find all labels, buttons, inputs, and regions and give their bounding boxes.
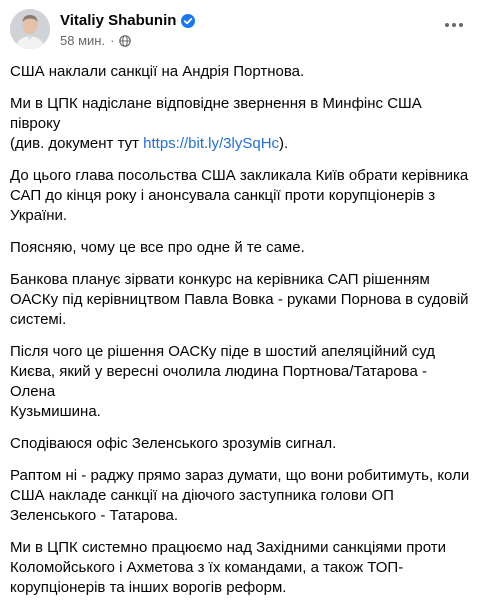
- post-time[interactable]: 58 мин.: [60, 33, 105, 49]
- author-name[interactable]: Vitaliy Shabunin: [60, 12, 176, 30]
- avatar-photo: [10, 9, 50, 49]
- paragraph-7: Сподіваюся офіс Зеленського зрозумів сиг…: [10, 435, 337, 452]
- globe-icon[interactable]: [119, 35, 132, 47]
- post-header: Vitaliy Shabunin 58 мин. ·: [10, 6, 471, 50]
- post-body: США наклали санкції на Андрія Портнова. …: [10, 62, 475, 610]
- more-options-icon[interactable]: [439, 14, 469, 36]
- author-line: Vitaliy Shabunin: [60, 12, 196, 30]
- paragraph-8: Раптом ні - раджу прямо зараз думати, що…: [10, 467, 470, 524]
- post-meta: 58 мин. ·: [60, 33, 132, 49]
- paragraph-1: США наклали санкції на Андрія Портнова.: [10, 63, 305, 80]
- paragraph-5: Банкова планує зірвати конкурс на керівн…: [10, 271, 469, 328]
- paragraph-3: До цього глава посольства США закликала …: [10, 167, 469, 224]
- paragraph-4: Поясняю, чому це все про одне й те саме.: [10, 239, 305, 256]
- document-link[interactable]: https://bit.ly/3lySqHc: [143, 135, 279, 152]
- verified-badge-icon: [181, 14, 196, 28]
- paragraph-9: Ми в ЦПК системно працюємо над Західними…: [10, 539, 446, 596]
- paragraph-2-tail: ).: [279, 135, 289, 152]
- facebook-post: Vitaliy Shabunin 58 мин. · США наклали с…: [0, 0, 481, 596]
- paragraph-6: Після чого це рішення ОАСКу піде в шости…: [10, 343, 436, 420]
- avatar[interactable]: [10, 9, 50, 49]
- paragraph-2: Ми в ЦПК надісланe відповідне звернення …: [10, 94, 475, 154]
- meta-separator: ·: [110, 33, 115, 48]
